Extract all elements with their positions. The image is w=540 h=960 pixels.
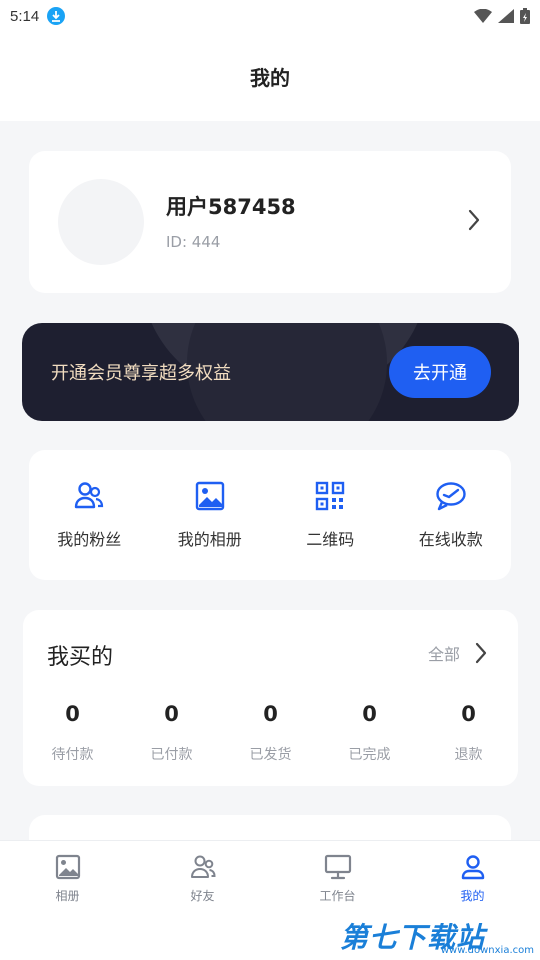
friends-icon	[190, 855, 216, 878]
chevron-right-icon[interactable]	[467, 208, 481, 232]
vip-activate-button[interactable]: 去开通	[389, 346, 491, 398]
stat-label: 已完成	[348, 747, 391, 763]
album-icon	[55, 854, 80, 880]
watermark-sub: www.downxia.com	[440, 945, 534, 956]
stat-label: 已付款	[150, 747, 193, 763]
quick-action-label: 我的相册	[177, 530, 242, 549]
quick-action-fans[interactable]: 我的粉丝	[29, 450, 150, 580]
stat-value: 0	[65, 702, 80, 726]
view-all-link[interactable]: 全部	[428, 641, 460, 665]
tab-label: 工作台	[319, 889, 356, 903]
status-time: 5:14	[10, 7, 40, 25]
avatar[interactable]	[58, 179, 144, 265]
stat-label: 已发货	[249, 747, 292, 763]
qrcode-icon	[316, 481, 345, 511]
quick-action-payment[interactable]: 在线收款	[391, 450, 512, 580]
tab-label: 相册	[55, 889, 80, 903]
quick-action-qrcode[interactable]: 二维码	[270, 450, 391, 580]
stat-value: 0	[461, 702, 476, 726]
tab-album[interactable]: 相册	[0, 841, 135, 960]
stat-value: 0	[263, 702, 278, 726]
stat-shipped[interactable]: 0 已发货	[221, 702, 320, 764]
stat-label: 退款	[454, 747, 483, 763]
tab-friends[interactable]: 好友	[135, 841, 270, 960]
download-icon	[47, 7, 66, 25]
chevron-right-icon[interactable]	[474, 641, 488, 665]
vip-promo-text: 开通会员尊享超多权益	[51, 363, 231, 384]
page-header: 我的	[0, 32, 540, 121]
tab-label: 好友	[190, 889, 215, 903]
stat-refund[interactable]: 0 退款	[419, 702, 518, 764]
watermark-logo: 第七下载站 www.downxia.com	[340, 912, 540, 960]
battery-icon	[520, 8, 530, 24]
user-id: ID: 444	[166, 233, 221, 251]
quick-actions-card: 我的粉丝 我的相册 二维码 在线收款	[29, 450, 511, 580]
order-stats: 0 待付款 0 已付款 0 已发货 0 已完成 0 退款	[23, 702, 518, 764]
my-purchases-card: 我买的 全部 0 待付款 0 已付款 0 已发货 0 已完成 0 退款	[23, 610, 518, 786]
my-purchases-title: 我买的	[47, 645, 114, 670]
quick-action-label: 在线收款	[418, 530, 483, 549]
wifi-icon	[474, 9, 492, 23]
page-title: 我的	[250, 66, 290, 90]
stat-label: 待付款	[51, 747, 94, 763]
fans-icon	[75, 482, 104, 509]
quick-action-album[interactable]: 我的相册	[150, 450, 271, 580]
quick-action-label: 我的粉丝	[57, 530, 122, 549]
status-indicators	[474, 8, 530, 24]
stat-value: 0	[362, 702, 377, 726]
stat-pending-payment[interactable]: 0 待付款	[23, 702, 122, 764]
vip-banner[interactable]: 开通会员尊享超多权益 去开通	[22, 323, 519, 421]
tab-label: 我的	[460, 889, 485, 903]
signal-icon	[498, 9, 514, 23]
stat-value: 0	[164, 702, 179, 726]
stat-paid[interactable]: 0 已付款	[122, 702, 221, 764]
profile-card[interactable]: 用户587458 ID: 444	[29, 151, 511, 293]
monitor-icon	[324, 854, 351, 880]
stat-completed[interactable]: 0 已完成	[320, 702, 419, 764]
quick-action-label: 二维码	[306, 530, 355, 549]
payment-icon	[436, 482, 466, 511]
status-bar: 5:14	[0, 0, 540, 32]
username: 用户587458	[166, 195, 296, 219]
album-icon	[195, 481, 224, 511]
user-icon	[461, 855, 484, 880]
